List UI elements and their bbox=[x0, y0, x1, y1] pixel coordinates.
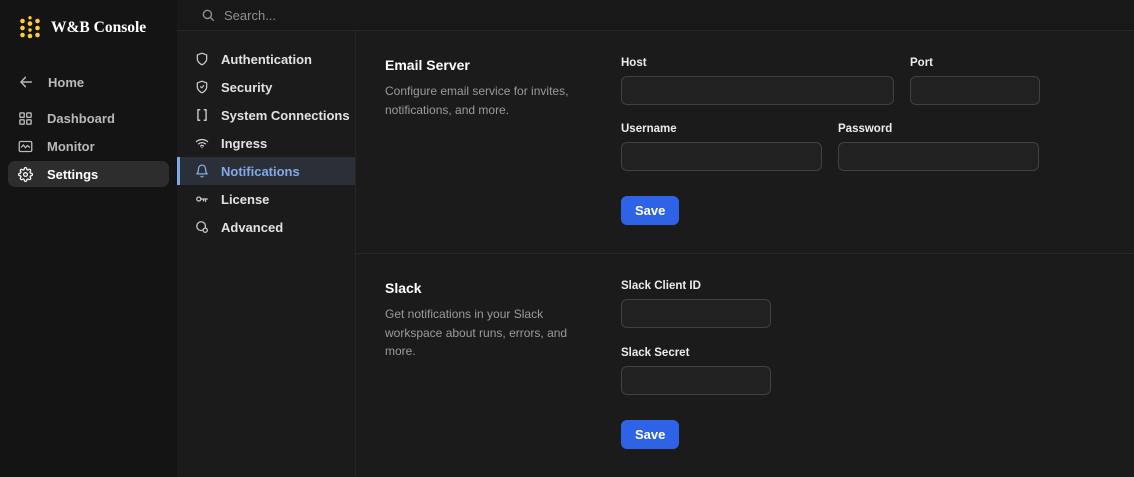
section-title: Email Server bbox=[385, 57, 470, 73]
settings-nav-authentication[interactable]: Authentication bbox=[177, 45, 355, 73]
sidebar-item-label: Home bbox=[48, 74, 85, 90]
sidebar-item-dashboard[interactable]: Dashboard bbox=[8, 105, 169, 131]
settings-nav-label: Security bbox=[221, 79, 273, 95]
shield-check-icon bbox=[195, 80, 209, 94]
slack-secret-input[interactable] bbox=[621, 366, 771, 395]
sidebar-item-home[interactable]: Home bbox=[8, 69, 169, 95]
username-input[interactable] bbox=[621, 142, 822, 171]
sidebar-item-settings[interactable]: Settings bbox=[8, 161, 169, 187]
key-icon bbox=[195, 192, 209, 206]
port-label: Port bbox=[910, 57, 933, 69]
main-content: Email Server Configure email service for… bbox=[356, 31, 1134, 477]
dashboard-icon bbox=[18, 111, 33, 126]
slack-client-id-label: Slack Client ID bbox=[621, 280, 701, 292]
sidebar-item-label: Monitor bbox=[47, 138, 95, 154]
primary-sidebar: W&B Console Home Dashboard Monitor Setti… bbox=[0, 0, 177, 477]
section-title: Slack bbox=[385, 280, 422, 296]
gear-icon bbox=[18, 166, 33, 182]
section-description: Configure email service for invites, not… bbox=[385, 84, 569, 117]
settings-nav: Authentication Security System Connectio… bbox=[177, 31, 356, 477]
password-label: Password bbox=[838, 123, 893, 135]
arrow-left-icon bbox=[18, 74, 34, 90]
email-save-button[interactable]: Save bbox=[621, 196, 680, 225]
app-title: W&B Console bbox=[51, 19, 147, 36]
port-input[interactable] bbox=[910, 76, 1040, 105]
email-server-form: Host Port Username Password Save bbox=[621, 57, 1134, 225]
host-label: Host bbox=[621, 57, 647, 69]
wifi-icon bbox=[195, 136, 209, 150]
settings-nav-advanced[interactable]: Advanced bbox=[177, 213, 355, 241]
slack-save-button[interactable]: Save bbox=[621, 420, 680, 449]
username-label: Username bbox=[621, 123, 677, 135]
settings-nav-system-connections[interactable]: System Connections bbox=[177, 101, 355, 129]
wandb-dots-logo-icon bbox=[18, 15, 42, 41]
sidebar-item-label: Settings bbox=[47, 166, 99, 182]
monitor-icon bbox=[18, 139, 33, 154]
password-input[interactable] bbox=[838, 142, 1039, 171]
settings-nav-label: Notifications bbox=[221, 163, 300, 179]
topbar: Search... bbox=[177, 0, 1134, 31]
settings-nav-notifications[interactable]: Notifications bbox=[177, 157, 355, 185]
search-icon bbox=[201, 8, 215, 22]
settings-nav-security[interactable]: Security bbox=[177, 73, 355, 101]
host-input[interactable] bbox=[621, 76, 894, 105]
shield-icon bbox=[195, 52, 209, 66]
slack-client-id-input[interactable] bbox=[621, 299, 771, 328]
primary-nav: Home Dashboard Monitor Settings bbox=[0, 67, 177, 189]
settings-nav-ingress[interactable]: Ingress bbox=[177, 129, 355, 157]
email-server-section: Email Server Configure email service for… bbox=[356, 31, 1134, 253]
settings-nav-license[interactable]: License bbox=[177, 185, 355, 213]
bell-icon bbox=[195, 164, 209, 178]
slack-form: Slack Client ID Slack Secret Save bbox=[621, 280, 1134, 449]
settings-nav-label: System Connections bbox=[221, 107, 350, 123]
section-description: Get notifications in your Slack workspac… bbox=[385, 307, 568, 359]
slack-section: Slack Get notifications in your Slack wo… bbox=[356, 253, 1134, 477]
sidebar-item-label: Dashboard bbox=[47, 110, 115, 126]
settings-nav-label: Advanced bbox=[221, 219, 284, 235]
slack-secret-label: Slack Secret bbox=[621, 347, 690, 359]
sidebar-item-monitor[interactable]: Monitor bbox=[8, 133, 169, 159]
settings-nav-label: License bbox=[221, 191, 270, 207]
search-placeholder: Search... bbox=[224, 7, 277, 23]
settings-nav-label: Ingress bbox=[221, 135, 268, 151]
advanced-gear-icon bbox=[195, 220, 209, 234]
search-input[interactable]: Search... bbox=[201, 0, 1134, 30]
brackets-icon bbox=[195, 108, 209, 122]
app-logo: W&B Console bbox=[0, 0, 177, 51]
settings-nav-label: Authentication bbox=[221, 51, 312, 67]
right-region: Search... Authentication Security System… bbox=[177, 0, 1134, 477]
